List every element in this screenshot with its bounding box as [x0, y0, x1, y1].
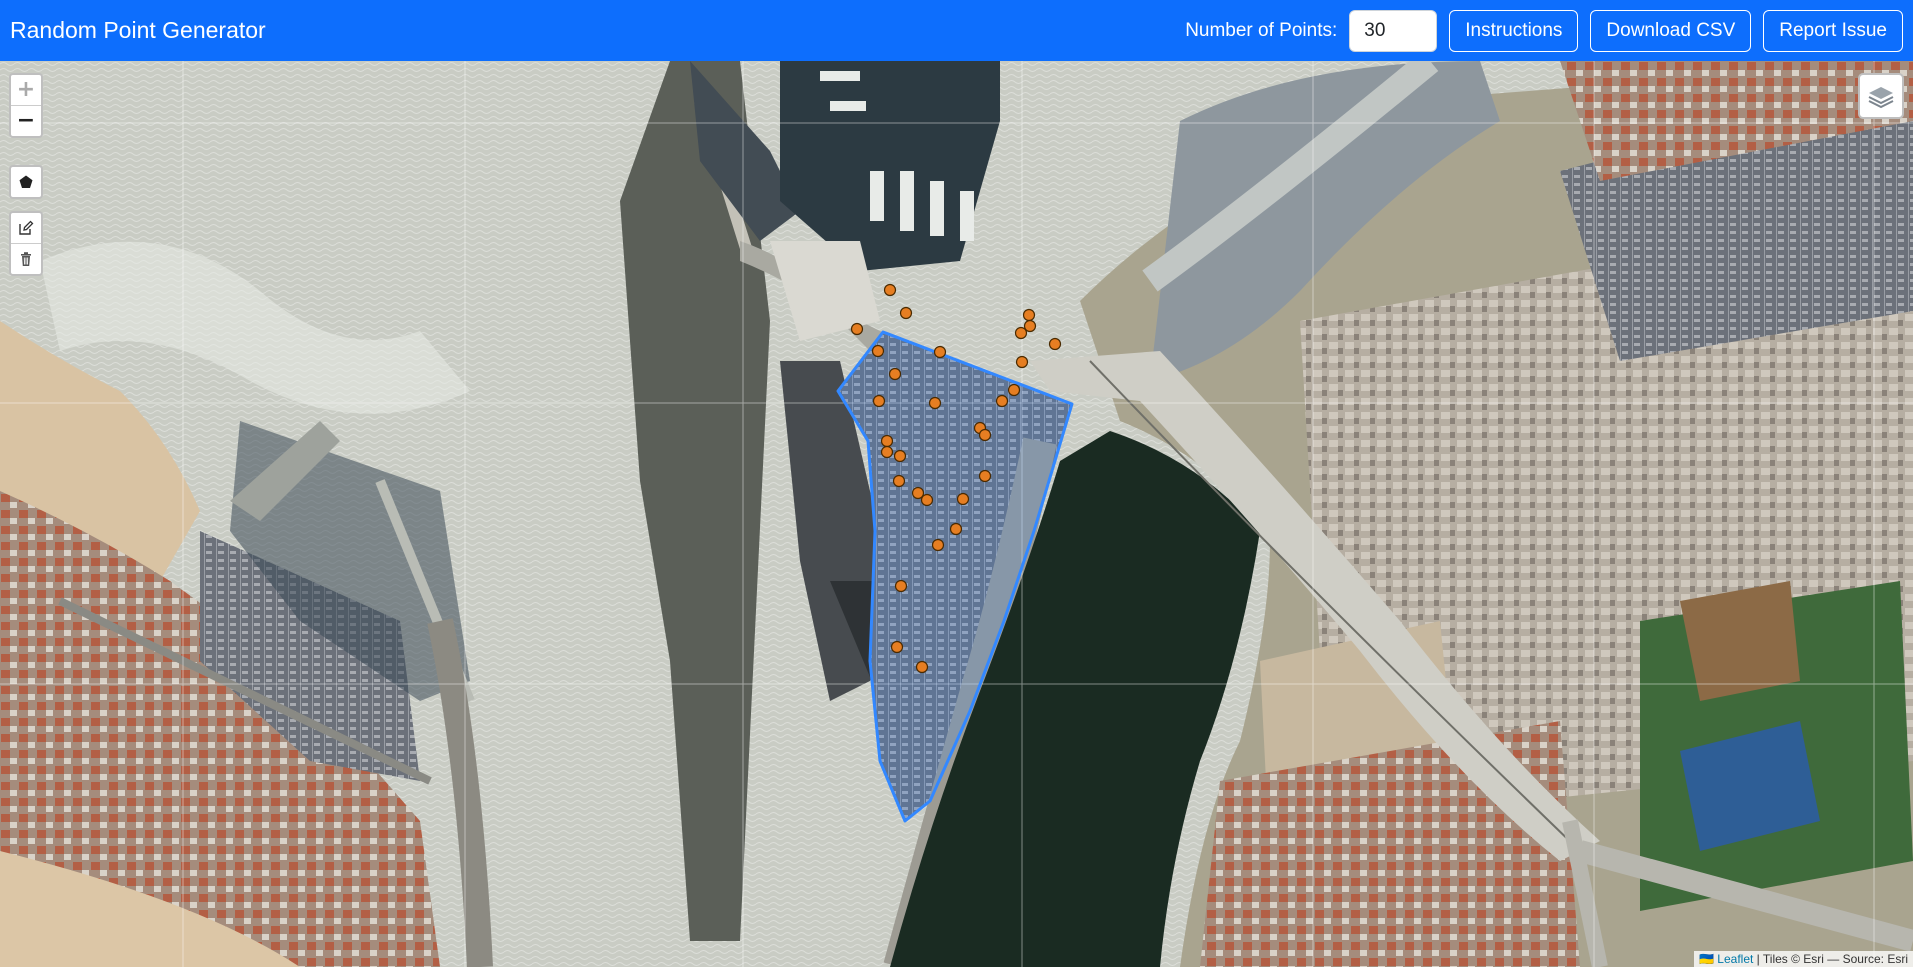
pentagon-draw-icon — [19, 175, 33, 188]
instructions-button[interactable]: Instructions — [1449, 9, 1579, 52]
zoom-control: + − — [9, 73, 43, 138]
navbar: Random Point Generator Number of Points:… — [0, 0, 1913, 61]
random-point — [920, 493, 934, 507]
edit-layers-button[interactable] — [11, 213, 41, 243]
random-point — [978, 469, 992, 483]
random-point — [1014, 326, 1028, 340]
draw-toolbar — [9, 165, 43, 199]
num-points-label: Number of Points: — [1185, 19, 1338, 41]
random-point — [956, 492, 970, 506]
header-controls: Number of Points: Instructions Download … — [1185, 9, 1903, 52]
random-point — [894, 579, 908, 593]
zoom-in-button[interactable]: + — [11, 75, 41, 105]
random-point — [880, 445, 894, 459]
random-point — [871, 344, 885, 358]
download-csv-button[interactable]: Download CSV — [1590, 9, 1752, 52]
report-issue-button[interactable]: Report Issue — [1763, 9, 1903, 52]
random-point — [1048, 337, 1062, 351]
zoom-out-button[interactable]: − — [11, 105, 41, 136]
edit-toolbar — [9, 211, 43, 276]
map-attribution: 🇺🇦 Leaflet | Tiles © Esri — Source: Esri — [1694, 951, 1913, 967]
map-view[interactable]: + − 🇺🇦 Leaflet | Tiles © Esri — Source: … — [0, 61, 1913, 967]
ukraine-flag-icon: 🇺🇦 — [1699, 952, 1714, 966]
edit-icon — [19, 220, 34, 235]
layers-icon — [1868, 87, 1894, 109]
random-point — [899, 306, 913, 320]
random-point — [1007, 383, 1021, 397]
random-point — [915, 660, 929, 674]
random-point — [880, 434, 894, 448]
random-point — [949, 522, 963, 536]
random-point — [1022, 308, 1036, 322]
trash-icon — [21, 252, 31, 266]
satellite-imagery — [0, 61, 1913, 967]
random-point — [883, 283, 897, 297]
app-title: Random Point Generator — [10, 17, 266, 43]
random-point — [872, 394, 886, 408]
random-point — [931, 538, 945, 552]
layers-control-button[interactable] — [1858, 73, 1904, 119]
random-point — [995, 394, 1009, 408]
random-point — [933, 345, 947, 359]
random-point — [850, 322, 864, 336]
num-points-input[interactable] — [1349, 9, 1438, 52]
random-point — [888, 367, 902, 381]
leaflet-link[interactable]: Leaflet — [1717, 952, 1753, 966]
random-point — [893, 449, 907, 463]
plus-icon: + — [16, 77, 36, 102]
random-point — [1015, 355, 1029, 369]
draw-polygon-button[interactable] — [11, 167, 41, 197]
random-point — [928, 396, 942, 410]
random-point — [978, 428, 992, 442]
attribution-text: | Tiles © Esri — Source: Esri — [1753, 952, 1908, 966]
random-point — [892, 474, 906, 488]
minus-icon: − — [16, 108, 36, 133]
random-point — [890, 640, 904, 654]
delete-layers-button[interactable] — [11, 243, 41, 274]
